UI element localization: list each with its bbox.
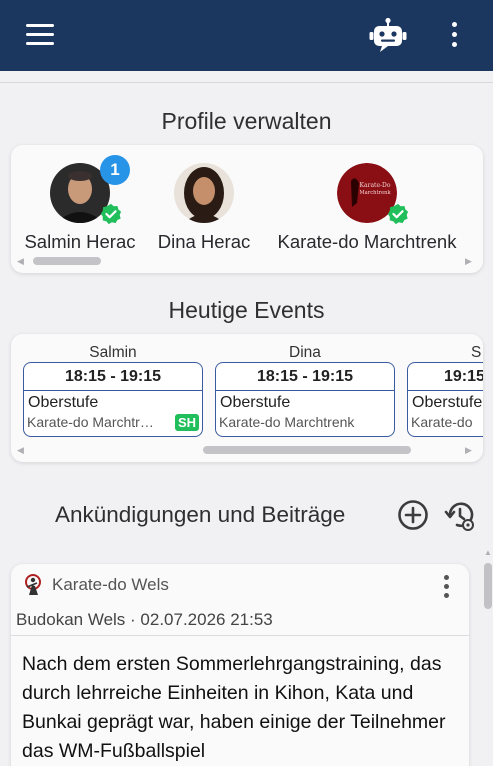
scroll-left-arrow-icon[interactable]: ◀ <box>17 445 24 456</box>
profiles-horizontal-scrollbar[interactable] <box>33 257 101 265</box>
post-body-text: Nach dem ersten Sommerlehrgangstraining,… <box>22 653 446 762</box>
event-tag-badge: SH <box>174 414 199 431</box>
event-box[interactable]: 19:15 Oberstufe Karate-do <box>407 362 483 437</box>
avatar <box>174 163 234 223</box>
avatar: 1 <box>50 155 130 225</box>
event-time: 19:15 <box>408 363 483 391</box>
vertical-scrollbar-thumb[interactable] <box>484 563 492 609</box>
divider <box>11 635 469 636</box>
event-owner: Dina <box>289 344 321 361</box>
event-club-name: Karate-do <box>411 414 473 430</box>
profile-dina[interactable]: Dina Herac <box>152 163 256 253</box>
scroll-right-arrow-icon[interactable]: ▶ <box>465 256 472 267</box>
event-item[interactable]: Dina 18:15 - 19:15 Oberstufe Karate-do M… <box>215 344 395 437</box>
app-header <box>0 0 493 71</box>
profile-name: Karate-do Marchtrenk <box>277 231 457 252</box>
profiles-section-title: Profile verwalten <box>161 108 332 134</box>
event-class: Oberstufe <box>28 394 99 411</box>
scroll-left-arrow-icon[interactable]: ◀ <box>17 256 24 267</box>
events-card: Salmin 18:15 - 19:15 Oberstufe Karate-do… <box>11 334 483 462</box>
notification-count-badge: 1 <box>100 155 130 185</box>
event-owner: S <box>471 344 482 361</box>
event-owner: Salmin <box>89 344 137 361</box>
event-club: Karate-do Marchtr… SH <box>24 412 202 431</box>
profile-name: Salmin Herac <box>24 231 136 252</box>
event-item[interactable]: Salmin 18:15 - 19:15 Oberstufe Karate-do… <box>23 344 203 437</box>
profile-salmin[interactable]: 1 Salmin Herac <box>21 155 139 253</box>
profile-karate-do-marchtrenk[interactable]: Karate-Do Marchtrenk Karate-do Marchtren… <box>269 163 465 253</box>
post-meta: Budokan Wels · 02.07.2026 21:53 <box>16 610 273 629</box>
verified-check-icon <box>100 203 122 225</box>
logo-text-line2: Marchtrenk <box>359 190 391 196</box>
scroll-right-arrow-icon[interactable]: ▶ <box>465 445 472 456</box>
events-horizontal-scrollbar[interactable] <box>203 446 411 454</box>
robot-icon[interactable] <box>368 17 408 53</box>
event-time: 18:15 - 19:15 <box>24 363 202 391</box>
logo-text-line1: Karate-Do <box>360 182 391 189</box>
event-item[interactable]: S 19:15 Oberstufe Karate-do <box>407 344 483 437</box>
add-circle-icon[interactable] <box>397 499 429 531</box>
verified-check-icon <box>387 203 409 225</box>
scroll-up-arrow-icon[interactable]: ▲ <box>484 548 492 557</box>
karate-club-icon <box>25 574 41 595</box>
hamburger-menu-icon[interactable] <box>26 24 54 46</box>
history-settings-icon[interactable] <box>444 500 476 532</box>
more-vertical-icon[interactable] <box>444 20 464 50</box>
post-club-name: Karate-do Wels <box>52 575 169 594</box>
event-club-name: Karate-do Marchtr… <box>27 414 154 430</box>
event-box[interactable]: 18:15 - 19:15 Oberstufe Karate-do Marcht… <box>215 362 395 437</box>
events-section-title: Heutige Events <box>168 297 325 323</box>
event-class: Oberstufe <box>220 394 291 411</box>
post-card: Karate-do Wels Budokan Wels · 02.07.2026… <box>11 564 469 766</box>
profiles-card: 1 Salmin Herac Dina Herac Karate-Do Marc… <box>11 145 483 273</box>
event-club: Karate-do Marchtrenk <box>216 412 394 430</box>
divider <box>0 82 493 83</box>
post-more-vertical-icon[interactable] <box>437 573 455 601</box>
event-box[interactable]: 18:15 - 19:15 Oberstufe Karate-do Marcht… <box>23 362 203 437</box>
event-club-name: Karate-do Marchtrenk <box>219 414 355 430</box>
profile-name: Dina Herac <box>157 231 251 252</box>
announcements-section-title: Ankündigungen und Beiträge <box>55 502 346 527</box>
event-club: Karate-do <box>408 412 483 430</box>
event-class: Oberstufe <box>412 394 483 411</box>
event-time: 18:15 - 19:15 <box>216 363 394 391</box>
club-logo: Karate-Do Marchtrenk <box>337 163 409 225</box>
